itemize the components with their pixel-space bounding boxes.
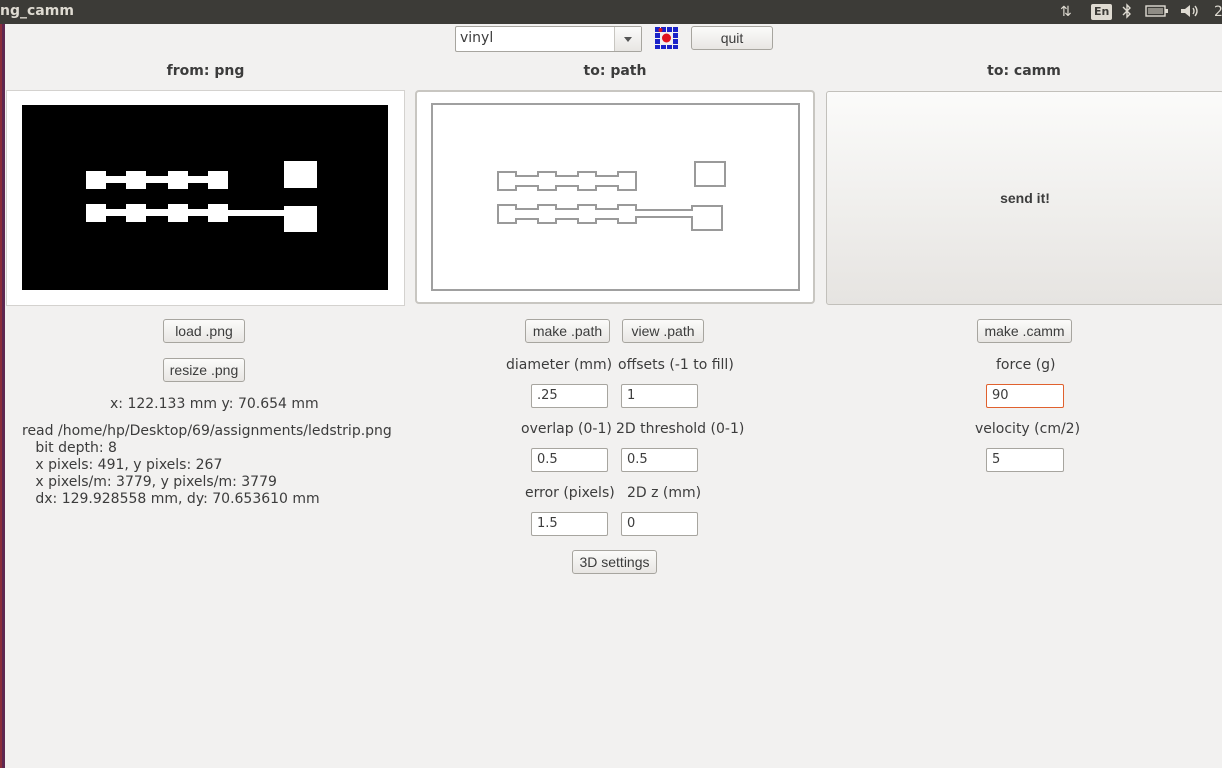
quit-button[interactable]: quit [691,26,773,50]
machine-select-value: vinyl [460,30,494,46]
send-it-label: send it! [1000,190,1050,206]
load-png-button[interactable]: load .png [163,319,245,343]
offsets-label: offsets (-1 to fill) [618,357,734,373]
diameter-input[interactable]: .25 [531,384,608,408]
z-depth-input[interactable]: 0 [621,512,698,536]
top-panel-bar: ng_camm ⇅ En 2 [0,0,1222,24]
diameter-label: diameter (mm) [506,357,613,373]
bluetooth-icon[interactable] [1122,3,1132,21]
view-path-button[interactable]: view .path [622,319,704,343]
keyboard-layout-indicator[interactable]: En [1091,4,1113,20]
png-info-line-1: read /home/hp/Desktop/69/assignments/led… [22,423,392,439]
png-preview-image [22,105,388,290]
force-label: force (g) [996,357,1056,373]
window-title: ng_camm [0,3,74,19]
png-size-readout: x: 122.133 mm y: 70.654 mm [110,396,319,412]
resize-png-button[interactable]: resize .png [163,358,245,382]
threshold-label: 2D threshold (0-1) [616,421,745,437]
z-depth-label: 2D z (mm) [627,485,702,501]
threshold-input[interactable]: 0.5 [621,448,698,472]
png-column-header: from: png [166,63,245,79]
force-input[interactable]: 90 [986,384,1064,408]
overlap-input[interactable]: 0.5 [531,448,608,472]
chevron-down-icon[interactable] [614,27,641,51]
error-label: error (pixels) [525,485,615,501]
clock-indicator[interactable]: 2 [1214,3,1222,21]
network-updown-icon[interactable]: ⇅ [1060,3,1072,21]
make-camm-button[interactable]: make .camm [977,319,1072,343]
launcher-edge-accent [0,24,2,768]
machine-select[interactable]: vinyl [455,26,642,52]
png-info-line-5: dx: 129.928558 mm, dy: 70.653610 mm [22,491,320,507]
volume-icon[interactable] [1180,3,1202,21]
png-info-line-2: bit depth: 8 [22,440,117,456]
png-info-line-4: x pixels/m: 3779, y pixels/m: 3779 [22,474,277,490]
send-it-button[interactable]: send it! [826,91,1222,305]
battery-icon[interactable] [1145,3,1169,21]
path-column-header: to: path [583,63,647,79]
path-preview-frame [431,103,800,291]
png-info-line-3: x pixels: 491, y pixels: 267 [22,457,223,473]
3d-settings-button[interactable]: 3D settings [572,550,657,574]
camm-column-header: to: camm [987,63,1061,79]
error-input[interactable]: 1.5 [531,512,608,536]
fab-logo-icon[interactable] [654,26,680,50]
velocity-input[interactable]: 5 [986,448,1064,472]
offsets-input[interactable]: 1 [621,384,698,408]
overlap-label: overlap (0-1) [521,421,612,437]
make-path-button[interactable]: make .path [525,319,610,343]
velocity-label: velocity (cm/2) [975,421,1081,437]
